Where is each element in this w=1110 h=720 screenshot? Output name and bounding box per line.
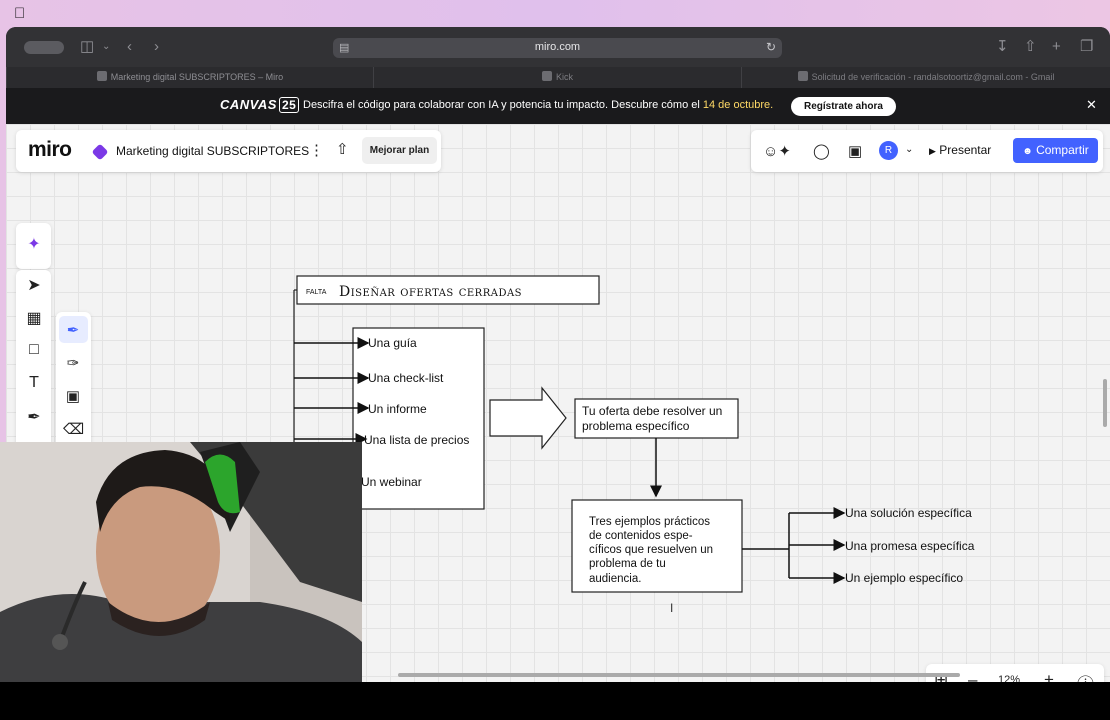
users-icon: ☻ <box>1022 146 1033 157</box>
new-tab-icon[interactable]: + <box>1052 38 1061 56</box>
miro-logo[interactable]: miro <box>28 138 72 162</box>
board-icon <box>91 143 109 161</box>
outcome-item: Una solución específica <box>845 506 972 520</box>
problem-line-1: Tu oferta debe resolver un <box>582 404 722 418</box>
tab-kick[interactable]: Kick <box>373 67 741 88</box>
vertical-scrollbar[interactable] <box>1103 379 1107 427</box>
close-icon[interactable]: ✕ <box>1086 97 1097 113</box>
canvas-logo: CANVAS 25 <box>220 97 300 113</box>
help-icon[interactable]: ⓘ <box>1077 670 1094 682</box>
sticky-note-icon[interactable]: □ <box>24 341 44 359</box>
ai-sparkle-icon[interactable]: ✦ <box>24 234 44 254</box>
share-icon[interactable]: ⇧ <box>1024 38 1037 56</box>
board-title[interactable]: Marketing digital SUBSCRIPTORES <box>116 144 309 158</box>
tab-bar: Marketing digital SUBSCRIPTORES – Miro K… <box>6 67 1110 88</box>
gmail-favicon-icon <box>797 71 808 81</box>
promo-banner: CANVAS 25 Descifra el código para colabor… <box>6 88 1110 124</box>
forward-icon[interactable]: › <box>154 38 159 56</box>
export-icon[interactable]: ⇧ <box>336 140 349 158</box>
list-item: Un informe <box>368 402 427 416</box>
pen-icon[interactable]: ✒ <box>63 321 83 339</box>
examples-line-3: cíficos que resuelven un <box>589 544 713 556</box>
select-icon[interactable]: ➤ <box>24 275 44 295</box>
present-button[interactable]: ▶ Presentar <box>929 143 991 157</box>
upgrade-plan-button[interactable]: Mejorar plan <box>362 137 437 164</box>
screen-bottom-area <box>0 682 1110 720</box>
desktop-wallpaper:  ◫ ⌄ ‹ › ▤ miro.com ↻ ↧ ⇧ + ❐ Marketing… <box>0 0 1110 720</box>
collaboration-panel: ☺✦ ◯ ▣ R ⌄ ▶ Presentar ☻ Compartir <box>751 130 1103 172</box>
webcam-overlay <box>0 442 362 682</box>
tab-group-pill[interactable] <box>24 41 64 54</box>
examples-line-4: problema de tu <box>589 558 666 570</box>
examples-line-1: Tres ejemplos prácticos <box>589 516 710 528</box>
address-bar[interactable]: ▤ miro.com ↻ <box>333 38 782 58</box>
diagram-title: Diseñar ofertas cerradas <box>339 284 522 300</box>
video-call-icon[interactable]: ▣ <box>848 142 862 160</box>
templates-icon[interactable]: ▦ <box>24 308 44 328</box>
left-toolbar: ➤ ▦ □ T ✒ ▩ <box>16 270 51 470</box>
share-button[interactable]: ☻ Compartir <box>1013 138 1098 163</box>
list-item: Una check-list <box>368 371 444 385</box>
menu-bar:  <box>0 0 1110 27</box>
list-item: Un webinar <box>361 475 422 489</box>
webcam-person-image <box>0 442 362 682</box>
kick-favicon-icon <box>541 71 552 81</box>
reactions-icon[interactable]: ☺✦ <box>763 142 791 160</box>
zoom-out-icon[interactable]: – <box>968 670 977 682</box>
miro-favicon-icon <box>96 71 107 81</box>
apple-logo-icon[interactable]:  <box>14 5 25 22</box>
eraser-icon[interactable]: ⌫ <box>63 420 84 438</box>
play-icon: ▶ <box>929 146 936 156</box>
back-icon[interactable]: ‹ <box>127 38 132 56</box>
download-icon[interactable]: ↧ <box>996 38 1009 56</box>
browser-toolbar: ◫ ⌄ ‹ › ▤ miro.com ↻ ↧ ⇧ + ❐ <box>6 27 1110 67</box>
pen-icon[interactable]: ✒ <box>24 407 44 427</box>
list-item: Una guía <box>368 336 417 350</box>
avatar[interactable]: R <box>879 141 898 160</box>
outcome-item: Una promesa específica <box>845 539 975 553</box>
tab-miro[interactable]: Marketing digital SUBSCRIPTORES – Miro <box>6 67 373 88</box>
url-text: miro.com <box>534 41 581 53</box>
problem-line-2: problema específico <box>582 419 690 433</box>
tab-overview-icon[interactable]: ❐ <box>1080 38 1093 56</box>
reload-icon[interactable]: ↻ <box>766 40 776 54</box>
more-options-icon[interactable]: ⋮ <box>309 141 324 159</box>
zoom-in-icon[interactable]: + <box>1044 670 1054 682</box>
examples-line-5: audiencia. <box>589 573 641 585</box>
ai-panel: ✦ <box>16 223 51 269</box>
highlighter-icon[interactable]: ✑ <box>63 354 83 372</box>
register-button[interactable]: Regístrate ahora <box>791 97 896 116</box>
tab-gmail[interactable]: Solicitud de verificación - randalsotoor… <box>741 67 1110 88</box>
chevron-down-icon[interactable]: ⌄ <box>102 38 110 56</box>
board-header-panel: miro Marketing digital SUBSCRIPTORES ⋮ ⇧… <box>16 130 441 172</box>
chevron-down-icon[interactable]: ⌄ <box>905 144 913 155</box>
shape-recognition-icon[interactable]: ▣ <box>63 387 83 405</box>
text-icon[interactable]: T <box>24 374 44 392</box>
text-cursor-icon: I <box>670 601 673 615</box>
examples-line-2: de contenidos espe- <box>589 530 693 542</box>
comments-icon[interactable]: ◯ <box>813 142 830 160</box>
horizontal-scrollbar[interactable] <box>398 673 960 677</box>
outcome-item: Un ejemplo específico <box>845 571 963 585</box>
list-item: Una lista de precios <box>364 433 469 447</box>
block-arrow-shape[interactable] <box>489 386 567 450</box>
falta-tag: FALTA <box>306 289 327 296</box>
zoom-level[interactable]: 12% <box>998 674 1020 682</box>
banner-message: Descifra el código para colaborar con IA… <box>303 99 774 111</box>
sidebar-toggle-icon[interactable]: ◫ <box>80 38 94 56</box>
